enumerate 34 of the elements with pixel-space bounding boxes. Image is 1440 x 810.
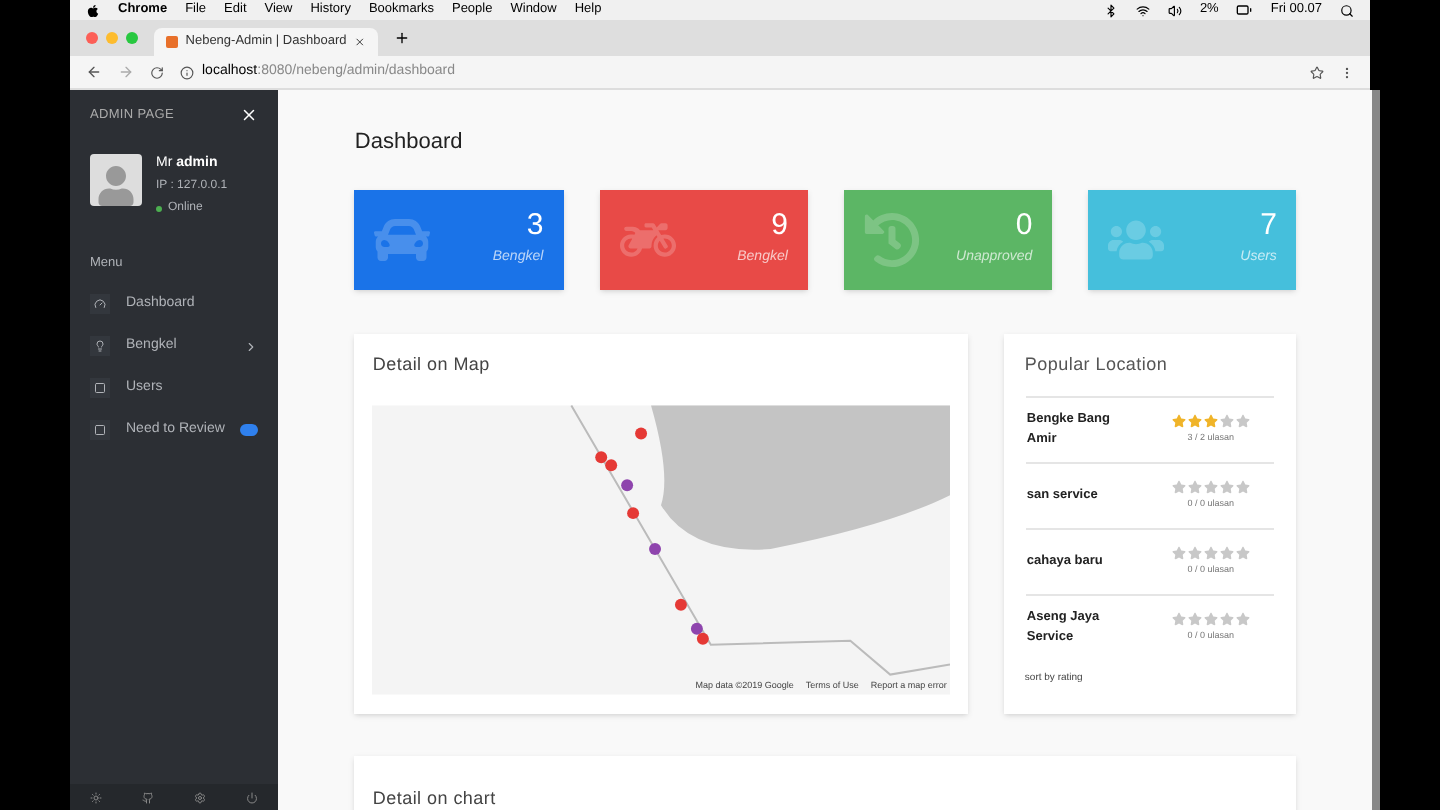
back-icon[interactable] xyxy=(86,64,102,80)
settings-icon[interactable] xyxy=(194,791,207,803)
info-icon xyxy=(180,65,194,79)
power-icon[interactable] xyxy=(246,791,259,803)
stat-value: 7 xyxy=(1260,209,1277,240)
stat-value: 3 xyxy=(526,209,544,240)
wifi-icon[interactable] xyxy=(1135,3,1150,17)
stat-value: 0 xyxy=(1015,209,1033,240)
card-title: Popular Location xyxy=(1024,351,1170,378)
battery-icon[interactable] xyxy=(1236,2,1253,18)
notification-badge xyxy=(240,424,259,436)
sun-icon[interactable] xyxy=(90,791,103,803)
new-tab-icon[interactable] xyxy=(394,30,410,46)
volume-icon[interactable] xyxy=(1167,3,1182,17)
history-icon xyxy=(863,211,920,267)
stat-value: 9 xyxy=(771,209,788,240)
favicon-icon xyxy=(166,36,178,48)
bluetooth-icon[interactable] xyxy=(1103,3,1118,17)
search-icon[interactable] xyxy=(1340,3,1354,17)
reload-icon[interactable] xyxy=(150,65,164,79)
card-title: Detail on chart xyxy=(372,787,496,807)
avatar-silhouette xyxy=(90,153,142,206)
chevron-icon xyxy=(244,339,259,353)
bulb-icon xyxy=(94,340,106,352)
more-icon[interactable] xyxy=(1340,65,1354,79)
close-icon[interactable] xyxy=(240,106,259,125)
page-title: Dashboard xyxy=(354,128,465,158)
bookmark-star-icon[interactable] xyxy=(1310,65,1324,79)
square-icon xyxy=(94,382,106,394)
github-icon[interactable] xyxy=(142,791,155,803)
square-icon xyxy=(94,424,106,436)
card-title: Detail on Map xyxy=(372,351,492,378)
gauge-icon xyxy=(94,298,106,310)
apple-icon[interactable] xyxy=(86,3,100,17)
